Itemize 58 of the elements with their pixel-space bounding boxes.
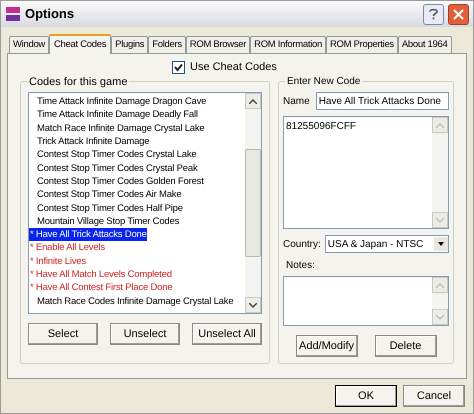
code-text: 81255096FCFF — [285, 120, 358, 134]
scroll-up-icon — [436, 122, 444, 128]
list-item[interactable]: Time Attack Infinite Damage Dragon Cave — [29, 95, 206, 108]
checkbox-label: Use Cheat Codes — [190, 60, 277, 76]
code-button[interactable]: Delete — [374, 335, 436, 357]
close-button[interactable] — [448, 4, 469, 24]
app-icon — [5, 6, 21, 22]
tab[interactable]: Plugins — [111, 36, 148, 53]
field-label: Notes: — [285, 259, 316, 273]
scroll-down-icon — [436, 218, 444, 222]
help-button[interactable] — [423, 4, 444, 24]
close-icon — [453, 8, 464, 20]
code-field[interactable]: 81255096FCFF — [283, 116, 449, 229]
scroll-up-icon — [249, 98, 257, 104]
list-button[interactable]: Select — [28, 323, 98, 345]
scrollbar[interactable] — [432, 277, 448, 325]
tab[interactable]: Folders — [148, 36, 186, 53]
field-label: Country: — [283, 238, 321, 252]
code-button[interactable]: Add/Modify — [296, 335, 358, 357]
list-item[interactable]: Trick Attack Infinite Damage — [29, 135, 150, 148]
check-icon — [174, 63, 183, 72]
list-item[interactable]: Match Race Codes Infinite Damage Crystal Lake — [29, 294, 234, 308]
tab[interactable]: ROM Browser — [186, 36, 250, 53]
list-item[interactable]: * Enable All Levels — [29, 241, 105, 254]
scroll-down-icon — [249, 302, 257, 308]
list-item[interactable]: Contest Stop Timer Codes Crystal Peak — [29, 162, 198, 175]
scroll-down-icon — [436, 314, 444, 320]
tab[interactable]: ROM Information — [250, 36, 326, 53]
tab[interactable]: About 1964 — [398, 36, 452, 53]
notes-field[interactable] — [283, 276, 449, 326]
list-item[interactable]: * Have All Trick Attacks Done — [29, 228, 147, 242]
field-label: Name — [283, 94, 310, 108]
list-item[interactable]: Contest Stop Timer Codes Half Pipe — [29, 202, 183, 215]
list-item[interactable]: Mountain Village Stop Timer Codes — [29, 214, 180, 228]
scrollbar[interactable] — [245, 93, 261, 313]
list-item[interactable]: Time Attack Infinite Damage Deadly Fall — [29, 108, 198, 122]
checkbox[interactable] — [172, 61, 185, 74]
list-item[interactable]: * Have All Match Levels Completed — [29, 268, 172, 281]
scroll-up-icon — [436, 282, 444, 288]
window-title: Options — [25, 5, 76, 24]
list-item[interactable]: Contest Stop Timer Codes Air Make — [29, 188, 182, 202]
tab[interactable]: ROM Properties — [326, 36, 398, 53]
list-item[interactable]: Contest Stop Timer Codes Crystal Lake — [29, 148, 196, 162]
scrollbar[interactable] — [432, 117, 448, 228]
question-mark-icon — [429, 8, 438, 20]
tab[interactable]: Cheat Codes — [49, 34, 112, 54]
group-title: Codes for this game — [27, 74, 130, 90]
list-button[interactable]: Unselect — [110, 323, 180, 345]
dialog-button[interactable]: OK — [335, 385, 397, 407]
name-field[interactable]: Have All Trick Attacks Done — [316, 92, 449, 110]
list-item[interactable]: * Infinite Lives — [29, 254, 86, 268]
list-item[interactable]: Match Race Infinite Damage Crystal Lake — [29, 122, 205, 135]
tab[interactable]: Window — [9, 36, 49, 53]
country-dropdown[interactable]: USA & Japan - NTSC — [324, 235, 449, 253]
list-button[interactable]: Unselect All — [192, 323, 262, 345]
list-item[interactable]: * Have All Contest First Place Done — [29, 281, 172, 294]
list-item[interactable]: Contest Stop Timer Codes Golden Forest — [29, 174, 204, 188]
dialog-button[interactable]: Cancel — [403, 385, 465, 407]
